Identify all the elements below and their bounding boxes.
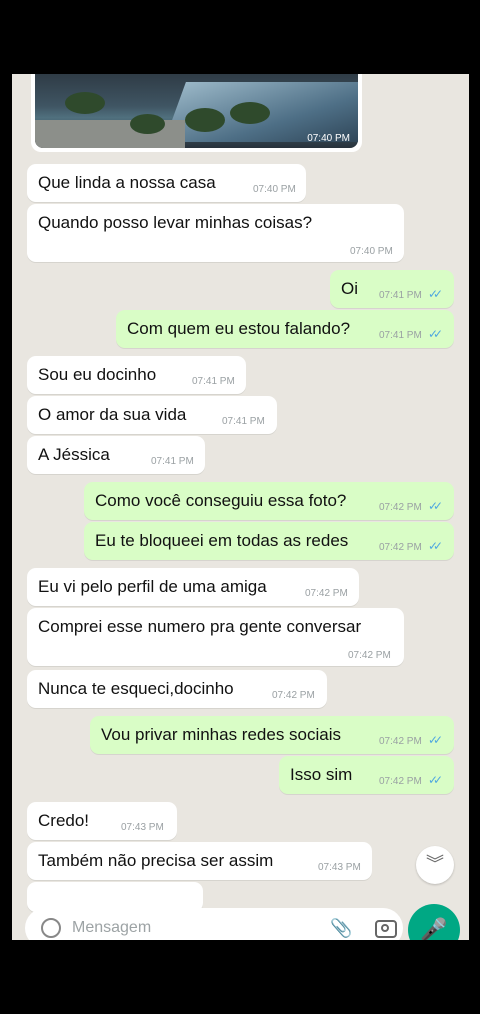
message-text: Sou eu docinho (38, 365, 157, 384)
message-text: Credo! (38, 811, 90, 830)
double-check-icon: ✓✓ (428, 327, 443, 341)
photo-plant (65, 92, 105, 114)
message-time: 07:42 PM (305, 588, 348, 599)
message-time: 07:42 PM (379, 736, 422, 747)
message-time: 07:42 PM (379, 542, 422, 553)
message-text: O amor da sua vida (38, 405, 187, 424)
message-time: 07:40 PM (350, 246, 393, 257)
photo-plant (130, 114, 165, 134)
message-time: 07:41 PM (222, 416, 265, 427)
message-outgoing[interactable]: Isso sim 07:42 PM ✓✓ (279, 756, 454, 794)
message-time: 07:42 PM (348, 650, 391, 661)
message-text: Oi (341, 279, 358, 298)
double-check-icon: ✓✓ (428, 499, 443, 513)
message-text: Quando posso levar minhas coisas? (38, 213, 313, 232)
double-check-icon: ✓✓ (428, 773, 443, 787)
message-text: Vou privar minhas redes sociais (101, 725, 342, 744)
emoji-icon[interactable] (41, 918, 61, 938)
message-incoming[interactable]: Sou eu docinho 07:41 PM (27, 356, 246, 394)
message-time: 07:42 PM (379, 776, 422, 787)
double-check-icon: ✓✓ (428, 733, 443, 747)
photo-plant (230, 102, 270, 124)
message-outgoing[interactable]: Eu te bloqueei em todas as redes 07:42 P… (84, 522, 454, 560)
double-chevron-down-icon[interactable]: ︾ (416, 846, 454, 884)
message-text: Com quem eu estou falando? (127, 319, 351, 338)
message-time: 07:41 PM (379, 290, 422, 301)
message-incoming[interactable]: A Jéssica 07:41 PM (27, 436, 205, 474)
message-time: 07:41 PM (379, 330, 422, 341)
message-text: Eu te bloqueei em todas as redes (95, 531, 349, 550)
message-incoming[interactable]: O amor da sua vida 07:41 PM (27, 396, 277, 434)
message-outgoing[interactable]: Oi 07:41 PM ✓✓ (330, 270, 454, 308)
message-time: 07:41 PM (151, 456, 194, 467)
message-incoming[interactable]: Quando posso levar minhas coisas? 07:40 … (27, 204, 404, 262)
message-incoming[interactable]: Eu vi pelo perfil de uma amiga 07:42 PM (27, 568, 359, 606)
camera-icon[interactable] (375, 920, 397, 938)
message-text: Nunca te esqueci,docinho (38, 679, 234, 698)
paperclip-icon[interactable]: 📎 (330, 918, 352, 939)
message-outgoing[interactable]: Como você conseguiu essa foto? 07:42 PM … (84, 482, 454, 520)
message-outgoing[interactable]: Vou privar minhas redes sociais 07:42 PM… (90, 716, 454, 754)
message-text: Comprei esse numero pra gente conversar (38, 617, 362, 636)
message-incoming[interactable]: Credo! 07:43 PM (27, 802, 177, 840)
message-text: Também não precisa ser assim (38, 851, 274, 870)
photo-plant (185, 108, 225, 132)
message-time: 07:43 PM (318, 862, 361, 873)
message-time: 07:40 PM (253, 184, 296, 195)
message-time: 07:42 PM (379, 502, 422, 513)
message-incoming[interactable]: Nunca te esqueci,docinho 07:42 PM (27, 670, 327, 708)
double-check-icon: ✓✓ (428, 539, 443, 553)
message-text: Como você conseguiu essa foto? (95, 491, 347, 510)
image-message[interactable]: 07:40 PM (31, 74, 362, 152)
double-check-icon: ✓✓ (428, 287, 443, 301)
message-time: 07:42 PM (272, 690, 315, 701)
message-text: Eu vi pelo perfil de uma amiga (38, 577, 267, 596)
message-outgoing[interactable]: Com quem eu estou falando? 07:41 PM ✓✓ (116, 310, 454, 348)
message-incoming[interactable]: Que linda a nossa casa 07:40 PM (27, 164, 306, 202)
photo-time: 07:40 PM (307, 133, 350, 144)
chat-screen: 07:40 PM Que linda a nossa casa 07:40 PM… (12, 74, 469, 940)
message-composer[interactable]: Mensagem 📎 (25, 908, 403, 940)
message-text: Isso sim (290, 765, 353, 784)
message-incoming[interactable]: Também não precisa ser assim 07:43 PM (27, 842, 372, 880)
message-input[interactable]: Mensagem (72, 919, 151, 937)
message-incoming[interactable]: Comprei esse numero pra gente conversar … (27, 608, 404, 666)
message-text: A Jéssica (38, 445, 110, 464)
message-time: 07:43 PM (121, 822, 164, 833)
message-text: Que linda a nossa casa (38, 173, 216, 192)
microphone-icon[interactable]: 🎤 (408, 904, 460, 940)
message-time: 07:41 PM (192, 376, 235, 387)
house-photo: 07:40 PM (35, 74, 358, 148)
